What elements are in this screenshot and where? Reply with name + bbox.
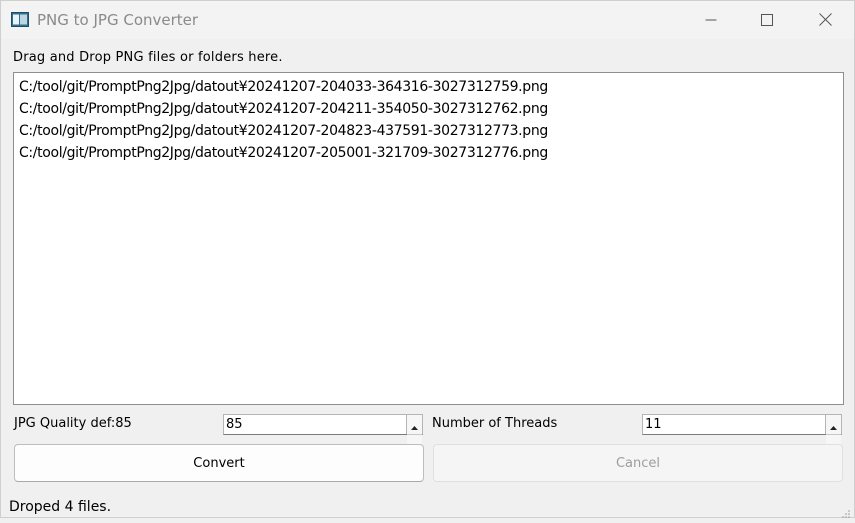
drop-instructions-label: Drag and Drop PNG files or folders here. <box>13 50 283 65</box>
title-bar[interactable]: PNG to JPG Converter <box>1 1 854 39</box>
cancel-button[interactable]: Cancel <box>433 444 843 482</box>
quality-spinbox[interactable]: 85 <box>223 414 423 454</box>
close-button[interactable] <box>796 1 854 39</box>
quality-label: JPG Quality def:85 <box>14 416 132 431</box>
file-drop-list[interactable]: C:/tool/git/PromptPng2Jpg/datout¥2024120… <box>13 72 844 405</box>
maximize-button[interactable] <box>738 1 796 39</box>
list-item[interactable]: C:/tool/git/PromptPng2Jpg/datout¥2024120… <box>19 98 843 120</box>
threads-value[interactable]: 11 <box>645 417 662 432</box>
convert-button[interactable]: Convert <box>14 444 424 482</box>
list-item[interactable]: C:/tool/git/PromptPng2Jpg/datout¥2024120… <box>19 142 843 164</box>
list-item[interactable]: C:/tool/git/PromptPng2Jpg/datout¥2024120… <box>19 76 843 98</box>
resize-grip-icon[interactable] <box>841 504 851 518</box>
window-title: PNG to JPG Converter <box>37 11 199 29</box>
app-window: PNG to JPG Converter Drag and Drop PNG f… <box>0 0 855 518</box>
status-bar-text: Droped 4 files. <box>9 499 112 515</box>
threads-spinbox[interactable]: 11 <box>642 414 842 454</box>
close-icon <box>818 11 832 30</box>
app-window-icon <box>11 12 29 27</box>
minimize-icon <box>705 11 717 30</box>
maximize-icon <box>761 11 773 30</box>
list-item[interactable]: C:/tool/git/PromptPng2Jpg/datout¥2024120… <box>19 120 843 142</box>
chevron-up-icon <box>411 415 418 434</box>
threads-label: Number of Threads <box>432 416 558 431</box>
quality-value[interactable]: 85 <box>226 417 243 432</box>
quality-increment-button[interactable] <box>407 415 422 435</box>
minimize-button[interactable] <box>682 1 740 39</box>
threads-increment-button[interactable] <box>826 415 841 435</box>
chevron-up-icon <box>830 415 837 434</box>
